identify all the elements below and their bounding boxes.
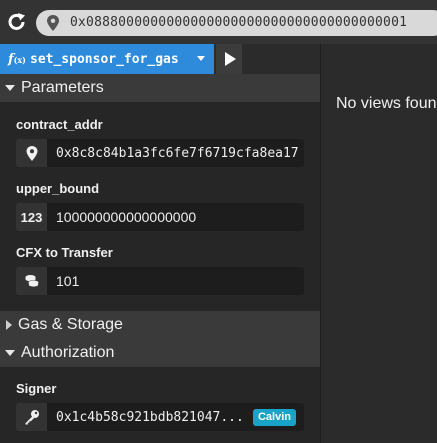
cfx-transfer-field[interactable]: 101 <box>16 267 304 295</box>
function-selector-button[interactable]: f(x) set_sponsor_for_gas <box>0 44 214 74</box>
upper-bound-field[interactable]: 123 100000000000000000 <box>16 203 304 231</box>
cfx-transfer-label: CFX to Transfer <box>16 245 113 260</box>
contract-addr-field[interactable]: 0x8c8c84b1a3fc6fe7f6719cfa8ea17 <box>16 139 304 167</box>
signer-account-badge: Calvin <box>252 409 296 426</box>
chevron-down-icon <box>197 56 205 61</box>
function-form-panel: Parameters contract_addr 0x8c8c84b1a3fc6… <box>0 74 320 443</box>
contract-address-input[interactable]: 0x08880000000000000000000000000000000000… <box>36 10 437 36</box>
signer-label: Signer <box>16 381 57 396</box>
function-name: set_sponsor_for_gas <box>30 51 179 67</box>
triangle-down-icon <box>5 350 15 356</box>
number-type-icon: 123 <box>16 203 47 231</box>
upper-bound-label: upper_bound <box>16 181 100 196</box>
contract-addr-label: contract_addr <box>16 117 103 132</box>
address-bar-area: 0x08880000000000000000000000000000000000… <box>0 0 437 44</box>
gas-storage-section-label: Gas & Storage <box>18 316 123 333</box>
no-views-message: No views found <box>336 95 437 112</box>
key-icon <box>16 403 47 431</box>
triangle-down-icon <box>5 85 15 91</box>
contract-address-value: 0x08880000000000000000000000000000000000… <box>70 15 408 30</box>
views-panel: No views found <box>321 44 437 443</box>
refresh-icon[interactable] <box>6 11 28 33</box>
gas-storage-section-header[interactable]: Gas & Storage <box>0 311 320 339</box>
map-pin-icon <box>16 139 47 167</box>
play-icon <box>225 52 236 66</box>
function-icon: f(x) <box>8 51 26 67</box>
signer-field[interactable]: 0x1c4b58c921bdb821047... Calvin <box>16 403 304 431</box>
run-button[interactable] <box>216 44 242 74</box>
function-bar: f(x) set_sponsor_for_gas <box>0 44 320 74</box>
authorization-section-header[interactable]: Authorization <box>0 339 320 367</box>
map-pin-icon <box>46 15 60 31</box>
signer-value: 0x1c4b58c921bdb821047... <box>56 410 244 425</box>
cfx-transfer-value: 101 <box>56 273 80 289</box>
contract-addr-value: 0x8c8c84b1a3fc6fe7f6719cfa8ea17 <box>56 146 299 161</box>
triangle-right-icon <box>6 320 12 330</box>
coins-icon <box>16 267 47 295</box>
parameters-section-label: Parameters <box>21 79 104 96</box>
upper-bound-value: 100000000000000000 <box>56 209 197 225</box>
authorization-section-label: Authorization <box>21 344 115 361</box>
parameters-section-header[interactable]: Parameters <box>0 74 320 102</box>
